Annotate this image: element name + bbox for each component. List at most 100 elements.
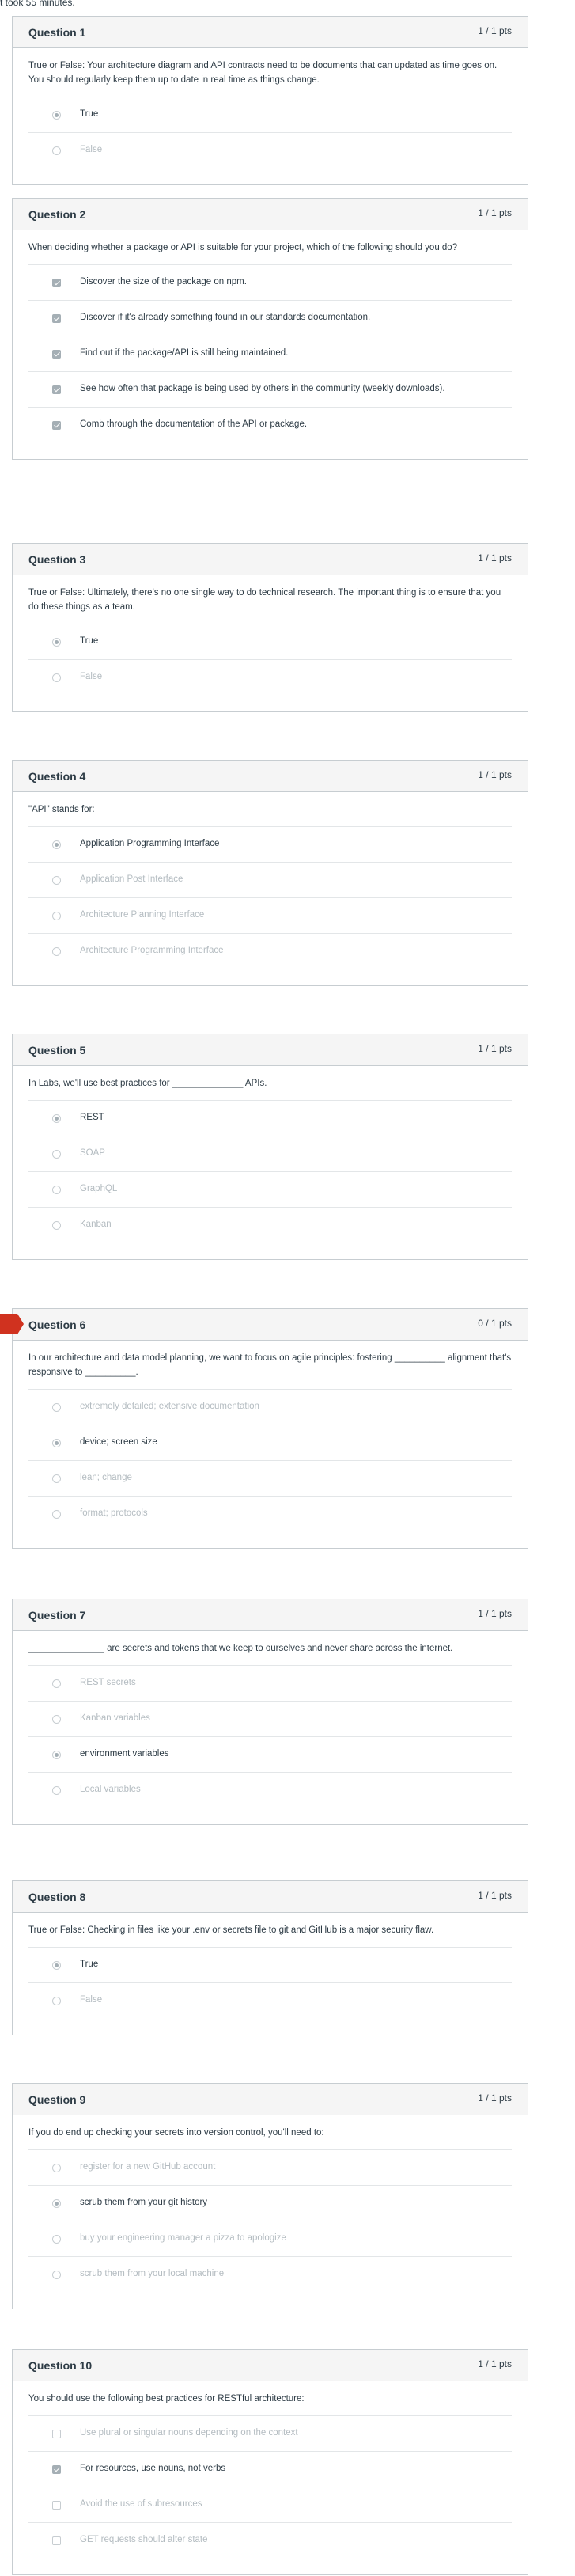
question-body: True or False: Ultimately, there's no on… bbox=[13, 575, 528, 711]
question-points: 1 / 1 pts bbox=[478, 2092, 512, 2104]
answer-radio[interactable] bbox=[52, 876, 61, 885]
answer-option[interactable]: Comb through the documentation of the AP… bbox=[28, 408, 512, 443]
answer-radio[interactable] bbox=[52, 2235, 61, 2244]
answer-radio[interactable] bbox=[52, 1150, 61, 1159]
answer-label: extremely detailed; extensive documentat… bbox=[80, 1402, 259, 1411]
question-header: Question 5 1 / 1 pts bbox=[13, 1034, 528, 1066]
answer-radio[interactable] bbox=[52, 1786, 61, 1795]
question-title: Question 7 bbox=[28, 1609, 86, 1622]
answer-radio[interactable] bbox=[52, 912, 61, 920]
answer-radio[interactable] bbox=[52, 2164, 61, 2172]
answer-option[interactable]: Architecture Programming Interface bbox=[28, 934, 512, 969]
question-points: 1 / 1 pts bbox=[478, 552, 512, 563]
answer-option[interactable]: lean; change bbox=[28, 1461, 512, 1497]
answer-radio[interactable] bbox=[52, 1715, 61, 1724]
answer-label: GraphQL bbox=[80, 1184, 118, 1193]
question-title: Question 3 bbox=[28, 553, 86, 566]
answer-option[interactable]: Application Post Interface bbox=[28, 863, 512, 898]
answer-option[interactable]: False bbox=[28, 660, 512, 696]
answer-option[interactable]: Discover the size of the package on npm. bbox=[28, 265, 512, 301]
answer-option[interactable]: Avoid the use of subresources bbox=[28, 2487, 512, 2523]
question-card: Question 4 1 / 1 pts "API" stands for: A… bbox=[12, 760, 528, 986]
question-body: _______________ are secrets and tokens t… bbox=[13, 1631, 528, 1824]
answer-option[interactable]: True bbox=[28, 624, 512, 660]
answer-option[interactable]: Find out if the package/API is still bei… bbox=[28, 336, 512, 372]
answer-list: extremely detailed; extensive documentat… bbox=[28, 1389, 512, 1532]
question-title: Question 9 bbox=[28, 2093, 86, 2106]
question-header: Question 1 1 / 1 pts bbox=[13, 17, 528, 48]
answer-option[interactable]: Local variables bbox=[28, 1773, 512, 1808]
answer-option[interactable]: REST secrets bbox=[28, 1666, 512, 1702]
answer-option[interactable]: Application Programming Interface bbox=[28, 827, 512, 863]
answer-radio[interactable] bbox=[52, 1221, 61, 1230]
question-title: Question 8 bbox=[28, 1891, 86, 1903]
answer-option[interactable]: scrub them from your git history bbox=[28, 2186, 512, 2221]
question-body: When deciding whether a package or API i… bbox=[13, 230, 528, 459]
answer-option[interactable]: buy your engineering manager a pizza to … bbox=[28, 2221, 512, 2257]
answer-radio[interactable] bbox=[52, 146, 61, 155]
answer-radio[interactable] bbox=[52, 1114, 61, 1123]
answer-radio[interactable] bbox=[52, 1679, 61, 1688]
answer-option[interactable]: True bbox=[28, 1948, 512, 1983]
answer-option[interactable]: Architecture Planning Interface bbox=[28, 898, 512, 934]
answer-option[interactable]: Discover if it's already something found… bbox=[28, 301, 512, 336]
answer-label: True bbox=[80, 636, 99, 646]
answer-label: Application Post Interface bbox=[80, 874, 183, 884]
answer-radio[interactable] bbox=[52, 673, 61, 682]
question-header: Question 3 1 / 1 pts bbox=[13, 544, 528, 575]
answer-label: environment variables bbox=[80, 1749, 169, 1758]
answer-list: Discover the size of the package on npm.… bbox=[28, 264, 512, 443]
answer-label: REST secrets bbox=[80, 1678, 136, 1687]
answer-checkbox[interactable] bbox=[52, 350, 61, 359]
answer-option[interactable]: Kanban variables bbox=[28, 1702, 512, 1737]
answer-option[interactable]: Kanban bbox=[28, 1208, 512, 1243]
answer-option[interactable]: device; screen size bbox=[28, 1425, 512, 1461]
answer-label: False bbox=[80, 1995, 103, 2005]
answer-option[interactable]: REST bbox=[28, 1101, 512, 1136]
answer-option[interactable]: GET requests should alter state bbox=[28, 2523, 512, 2559]
answer-radio[interactable] bbox=[52, 1510, 61, 1519]
answer-radio[interactable] bbox=[52, 2271, 61, 2279]
answer-radio[interactable] bbox=[52, 1474, 61, 1483]
answer-radio[interactable] bbox=[52, 638, 61, 647]
answer-radio[interactable] bbox=[52, 111, 61, 120]
answer-checkbox[interactable] bbox=[52, 279, 61, 287]
answer-option[interactable]: SOAP bbox=[28, 1136, 512, 1172]
answer-checkbox[interactable] bbox=[52, 2501, 61, 2510]
answer-label: Kanban bbox=[80, 1220, 112, 1229]
answer-option[interactable]: True bbox=[28, 97, 512, 133]
answer-option[interactable]: GraphQL bbox=[28, 1172, 512, 1208]
answer-radio[interactable] bbox=[52, 1961, 61, 1970]
answer-option[interactable]: extremely detailed; extensive documentat… bbox=[28, 1390, 512, 1425]
answer-option[interactable]: scrub them from your local machine bbox=[28, 2257, 512, 2293]
answer-radio[interactable] bbox=[52, 840, 61, 849]
answer-radio[interactable] bbox=[52, 1186, 61, 1194]
answer-option[interactable]: format; protocols bbox=[28, 1497, 512, 1532]
answer-label: scrub them from your local machine bbox=[80, 2269, 225, 2278]
answer-option[interactable]: For resources, use nouns, not verbs bbox=[28, 2452, 512, 2487]
answer-radio[interactable] bbox=[52, 1751, 61, 1759]
answer-radio[interactable] bbox=[52, 1439, 61, 1447]
answer-option[interactable]: False bbox=[28, 133, 512, 169]
question-text: In Labs, we'll use best practices for __… bbox=[28, 1079, 267, 1088]
answer-checkbox[interactable] bbox=[52, 421, 61, 430]
answer-checkbox[interactable] bbox=[52, 2430, 61, 2438]
answer-option[interactable]: register for a new GitHub account bbox=[28, 2150, 512, 2186]
question-card: Question 10 1 / 1 pts You should use the… bbox=[12, 2349, 528, 2575]
answer-checkbox[interactable] bbox=[52, 385, 61, 394]
answer-checkbox[interactable] bbox=[52, 314, 61, 323]
answer-radio[interactable] bbox=[52, 1403, 61, 1412]
answer-checkbox[interactable] bbox=[52, 2465, 61, 2474]
answer-radio[interactable] bbox=[52, 947, 61, 956]
answer-checkbox[interactable] bbox=[52, 2536, 61, 2545]
answer-label: Local variables bbox=[80, 1785, 141, 1794]
answer-radio[interactable] bbox=[52, 2199, 61, 2208]
answer-label: Use plural or singular nouns depending o… bbox=[80, 2428, 298, 2438]
answer-option[interactable]: Use plural or singular nouns depending o… bbox=[28, 2416, 512, 2452]
answer-option[interactable]: environment variables bbox=[28, 1737, 512, 1773]
answer-option[interactable]: See how often that package is being used… bbox=[28, 372, 512, 408]
answer-radio[interactable] bbox=[52, 1997, 61, 2005]
answer-option[interactable]: False bbox=[28, 1983, 512, 2019]
question-card: Question 3 1 / 1 pts True or False: Ulti… bbox=[12, 543, 528, 712]
answer-label: lean; change bbox=[80, 1473, 132, 1482]
